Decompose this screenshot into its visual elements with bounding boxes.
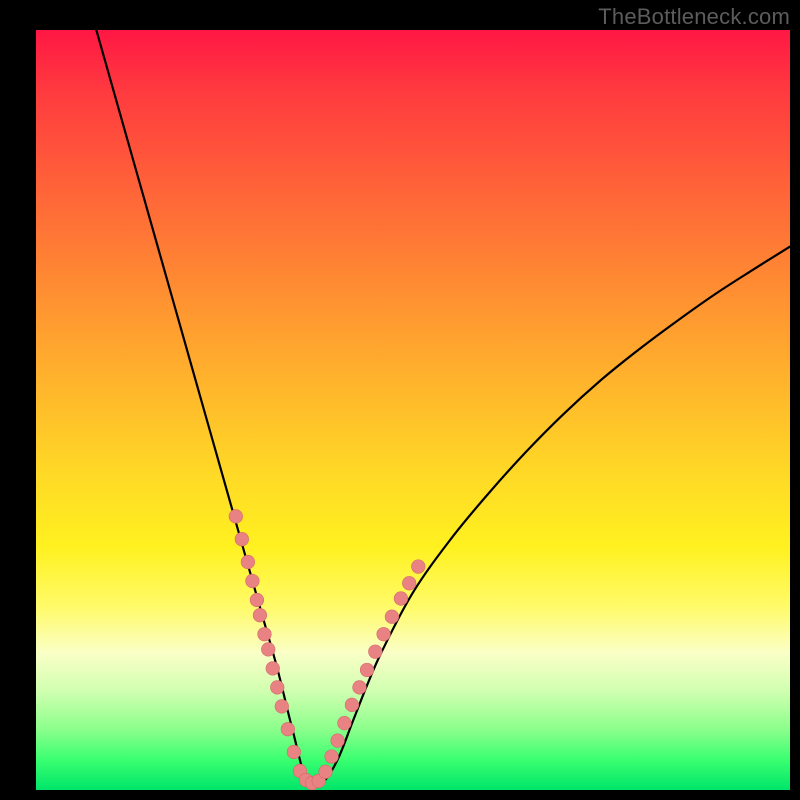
highlight-dot bbox=[253, 608, 267, 622]
highlight-dot bbox=[235, 532, 249, 546]
highlight-dot bbox=[325, 750, 339, 764]
highlight-dot bbox=[258, 627, 272, 641]
highlight-dot bbox=[353, 681, 367, 695]
highlight-dot bbox=[246, 574, 260, 588]
highlight-dot bbox=[345, 698, 359, 712]
highlight-dot bbox=[241, 555, 255, 569]
highlight-dot bbox=[275, 700, 289, 714]
highlight-dot bbox=[281, 722, 295, 736]
highlight-dot bbox=[229, 510, 243, 524]
highlight-dot bbox=[270, 681, 284, 695]
highlight-dot bbox=[394, 592, 408, 606]
highlight-dot bbox=[360, 663, 374, 677]
highlight-dot bbox=[402, 576, 416, 590]
highlight-dot bbox=[377, 627, 391, 641]
highlight-dot bbox=[385, 610, 399, 624]
highlight-dot bbox=[266, 662, 280, 676]
curve-svg bbox=[36, 30, 790, 790]
chart-frame: TheBottleneck.com bbox=[0, 0, 800, 800]
highlight-dot bbox=[331, 734, 345, 748]
highlight-dot bbox=[338, 716, 352, 730]
bottleneck-curve bbox=[96, 30, 790, 788]
highlight-dot bbox=[319, 765, 333, 779]
highlight-dot bbox=[411, 560, 425, 574]
plot-area bbox=[36, 30, 790, 790]
highlight-dots bbox=[229, 510, 425, 790]
highlight-dot bbox=[287, 745, 301, 759]
watermark-text: TheBottleneck.com bbox=[598, 4, 790, 30]
highlight-dot bbox=[261, 643, 275, 657]
highlight-dot bbox=[250, 593, 264, 607]
highlight-dot bbox=[369, 645, 383, 659]
